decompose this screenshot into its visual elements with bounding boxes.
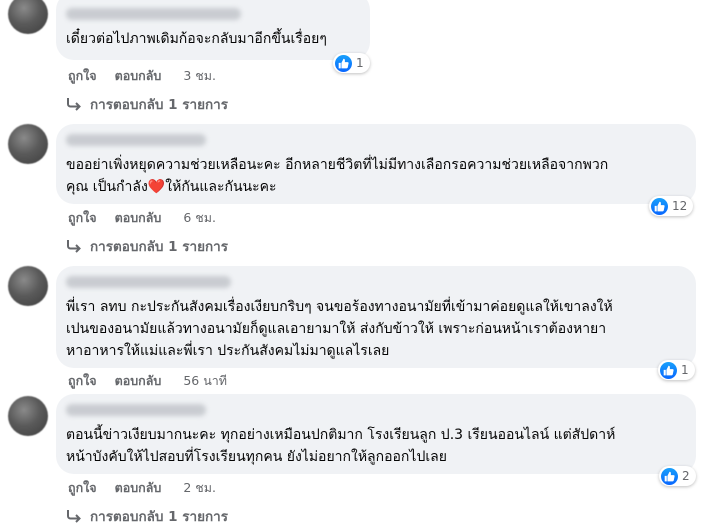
author-name-blurred[interactable] [66,276,231,288]
view-replies-link[interactable]: การตอบกลับ 1 รายการ [66,505,228,527]
replies-count-label: การตอบกลับ 1 รายการ [90,509,229,525]
reply-arrow-icon [67,98,81,111]
like-reaction-icon [651,197,668,215]
comment-actions: ถูกใจ ตอบกลับ 6 ชม. [68,208,216,228]
author-name-blurred[interactable] [66,134,206,146]
comment-actions: ถูกใจ ตอบกลับ 56 นาที [68,371,227,391]
replies-count-label: การตอบกลับ 1 รายการ [90,239,229,255]
like-button[interactable]: ถูกใจ [68,371,97,391]
replies-count-label: การตอบกลับ 1 รายการ [90,97,229,113]
avatar[interactable] [8,124,48,164]
comment-text: เดี๋ยวต่อไปภาพเดิมก้อจะกลับมาอีกขึ้นเรื่… [66,31,327,47]
heart-emoji: ❤️ [147,179,166,195]
reaction-count: 2 [682,469,690,483]
like-button[interactable]: ถูกใจ [68,66,97,86]
avatar[interactable] [8,0,48,34]
comment-text: ขออย่าเพิ่งหยุดความช่วยเหลือนะคะ อีกหลาย… [66,157,609,195]
like-reaction-icon [335,54,352,72]
reply-button[interactable]: ตอบกลับ [115,478,162,498]
view-replies-link[interactable]: การตอบกลับ 1 รายการ [66,235,228,257]
like-reaction-icon [660,361,677,379]
reaction-summary[interactable]: 12 [649,196,694,216]
comment-bubble: ขออย่าเพิ่งหยุดความช่วยเหลือนะคะ อีกหลาย… [56,124,696,204]
comment-text: ตอนนี้ข่าวเงียบมากนะคะ ทุกอย่างเหมือนปกต… [66,427,616,465]
comment-bubble: เดี๋ยวต่อไปภาพเดิมก้อจะกลับมาอีกขึ้นเรื่… [56,0,370,60]
reaction-count: 1 [356,56,364,70]
timestamp[interactable]: 3 ชม. [183,66,216,86]
like-reaction-icon [661,467,678,485]
view-replies-link[interactable]: การตอบกลับ 1 รายการ [66,93,228,115]
reaction-summary[interactable]: 1 [333,53,370,73]
reaction-count: 12 [672,199,688,213]
like-button[interactable]: ถูกใจ [68,478,97,498]
comment-bubble: พี่เรา ลทบ กะประกันสังคมเรื่องเงียบกริบๆ… [56,266,696,368]
avatar[interactable] [8,266,48,306]
comment-actions: ถูกใจ ตอบกลับ 2 ชม. [68,478,216,498]
reaction-summary[interactable]: 1 [658,360,695,380]
comment-text: พี่เรา ลทบ กะประกันสังคมเรื่องเงียบกริบๆ… [66,299,613,359]
reply-arrow-icon [67,240,81,253]
author-name-blurred[interactable] [66,8,241,20]
like-button[interactable]: ถูกใจ [68,208,97,228]
comment-actions: ถูกใจ ตอบกลับ 3 ชม. [68,66,216,86]
timestamp[interactable]: 56 นาที [183,371,227,391]
reaction-summary[interactable]: 2 [659,466,696,486]
reply-button[interactable]: ตอบกลับ [115,66,162,86]
reply-button[interactable]: ตอบกลับ [115,208,162,228]
timestamp[interactable]: 6 ชม. [183,208,216,228]
reaction-count: 1 [681,363,689,377]
avatar[interactable] [8,396,48,436]
timestamp[interactable]: 2 ชม. [183,478,216,498]
comment-bubble: ตอนนี้ข่าวเงียบมากนะคะ ทุกอย่างเหมือนปกต… [56,394,696,474]
reply-button[interactable]: ตอบกลับ [115,371,162,391]
reply-arrow-icon [67,510,81,523]
author-name-blurred[interactable] [66,404,206,416]
